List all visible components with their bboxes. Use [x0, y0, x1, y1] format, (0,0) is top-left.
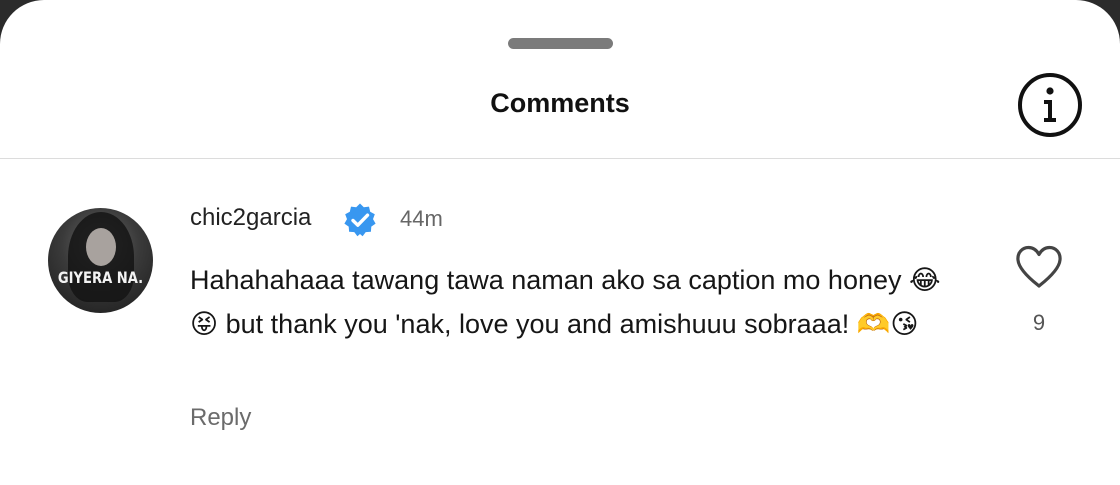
comments-sheet: Comments GIYERA NA. chic2garcia 44m Haha…: [0, 0, 1120, 485]
info-button[interactable]: [1016, 71, 1084, 139]
avatar-face: [86, 228, 116, 266]
info-circle-icon: [1018, 73, 1082, 137]
drag-handle[interactable]: [508, 38, 613, 49]
reply-button[interactable]: Reply: [190, 404, 251, 432]
heart-outline-icon: [1016, 245, 1062, 288]
username[interactable]: chic2garcia: [190, 204, 311, 232]
avatar[interactable]: GIYERA NA.: [48, 208, 153, 313]
like-count: 9: [1032, 310, 1046, 335]
comment-time: 44m: [400, 206, 443, 231]
avatar-label: GIYERA NA.: [57, 268, 144, 287]
comment-text: Hahahahaaa tawang tawa naman ako sa capt…: [190, 265, 941, 339]
verified-badge-icon: [344, 203, 376, 237]
like-button[interactable]: [1014, 244, 1064, 290]
page-title: Comments: [490, 88, 630, 118]
header-divider: [0, 158, 1120, 159]
